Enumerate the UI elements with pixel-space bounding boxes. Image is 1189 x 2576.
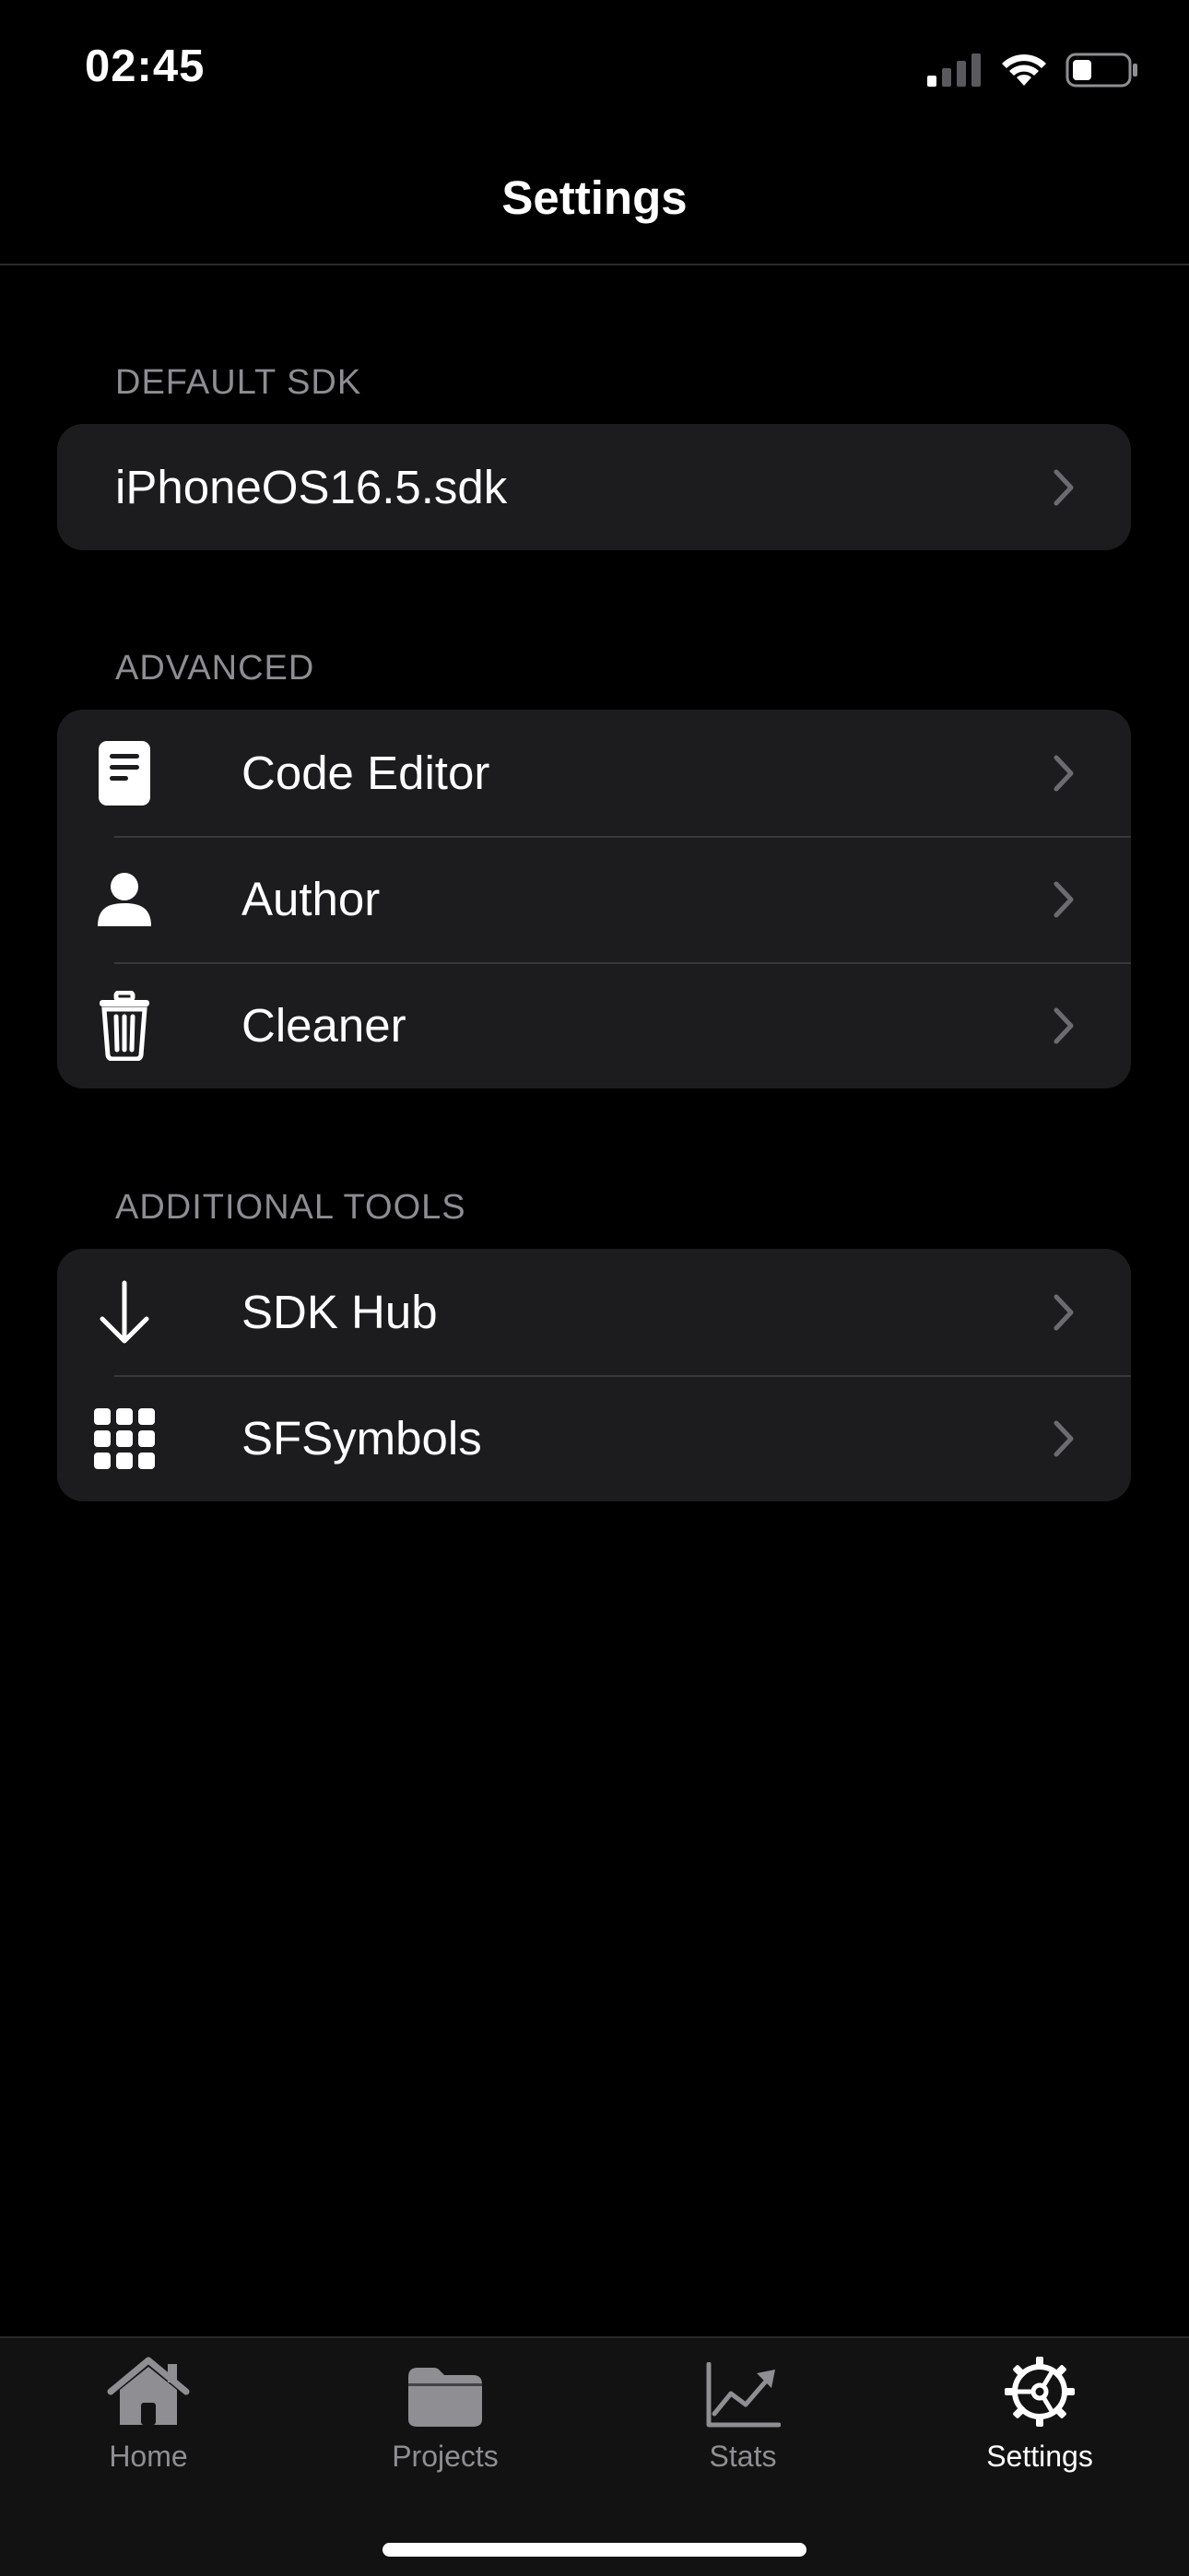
chevron-right-icon [1054,1007,1074,1043]
additional-tools-group: SDK Hub SFSymbols [57,1249,1131,1501]
battery-icon [1065,53,1137,88]
page-title: Settings [501,171,688,224]
code-editor-row[interactable]: Code Editor [57,710,1131,836]
advanced-group: Code Editor Author Cleaner [57,710,1131,1088]
status-time: 02:45 [85,41,206,91]
section-header-additional-tools: ADDITIONAL TOOLS [115,1188,466,1227]
home-indicator[interactable] [383,2543,806,2557]
sdk-selector-row[interactable]: iPhoneOS16.5.sdk [57,424,1131,550]
grid-icon [88,1402,161,1476]
code-editor-label: Code Editor [241,747,490,799]
tab-home-label: Home [109,2440,188,2473]
chart-icon [701,2355,784,2429]
section-header-advanced: ADVANCED [115,649,315,688]
chevron-right-icon [1054,469,1074,505]
house-icon [107,2355,190,2429]
signal-icon [927,53,981,87]
sfsymbols-row[interactable]: SFSymbols [57,1375,1131,1501]
chevron-right-icon [1054,1420,1074,1456]
sdk-selector-label: iPhoneOS16.5.sdk [115,461,508,513]
status-icons [927,52,1139,88]
section-header-default-sdk: DEFAULT SDK [115,363,362,402]
document-icon [88,736,161,810]
nav-divider [0,264,1189,265]
settings-screen: 02:45 Settings DEFAULT SDK iPhoneOS16.5.… [0,0,1189,2576]
author-label: Author [241,873,381,925]
tab-projects-label: Projects [392,2440,499,2473]
trash-icon [88,989,161,1063]
tab-bar: Home Projects Stats Settings [0,2336,1189,2576]
cleaner-label: Cleaner [241,999,406,1052]
sfsymbols-label: SFSymbols [241,1412,482,1464]
tab-home[interactable]: Home [56,2355,241,2474]
chevron-right-icon [1054,1294,1074,1330]
sdk-hub-row[interactable]: SDK Hub [57,1249,1131,1375]
cleaner-row[interactable]: Cleaner [57,962,1131,1088]
tab-settings-label: Settings [986,2440,1093,2473]
chevron-right-icon [1054,755,1074,791]
tab-stats[interactable]: Stats [651,2355,835,2474]
wifi-icon [1002,54,1046,86]
arrow-down-icon [88,1276,161,1349]
tab-projects[interactable]: Projects [353,2355,537,2474]
person-icon [88,863,161,936]
sdk-hub-label: SDK Hub [241,1286,438,1338]
default-sdk-group: iPhoneOS16.5.sdk [57,424,1131,550]
folder-icon [404,2355,487,2429]
chevron-right-icon [1054,881,1074,917]
gear-icon [998,2355,1081,2429]
author-row[interactable]: Author [57,836,1131,962]
tabbar-divider [0,2336,1189,2338]
tab-stats-label: Stats [709,2440,777,2473]
tab-settings[interactable]: Settings [948,2355,1132,2474]
